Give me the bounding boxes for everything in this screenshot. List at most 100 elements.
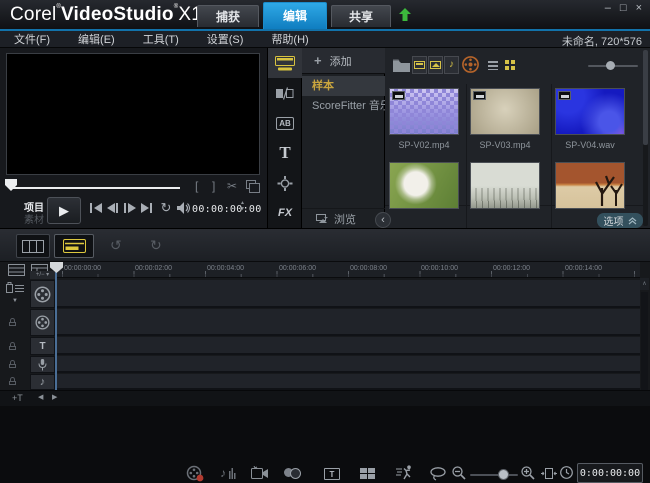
preview-panel: [ ] ✂ 项目 素材 ▶ ↻ 00:00:00:00 ▲▼	[0, 48, 268, 228]
motion-resources-icon[interactable]	[462, 56, 479, 73]
nav-transition-button[interactable]	[268, 78, 302, 108]
undo-icon[interactable]: ↺	[110, 236, 122, 254]
zoom-out-icon[interactable]	[452, 466, 466, 480]
video-track-header[interactable]	[30, 280, 55, 308]
voice-track-lane[interactable]	[56, 356, 640, 373]
preview-playhead[interactable]	[5, 179, 17, 191]
instant-project-icon[interactable]	[251, 466, 269, 479]
add-category-button[interactable]: + 添加	[302, 48, 385, 74]
title-track-header[interactable]: T	[30, 337, 55, 355]
customize-toolbar-icon[interactable]	[430, 467, 446, 481]
list-view-button[interactable]	[485, 57, 501, 73]
thumbnail-dandelion[interactable]	[389, 162, 459, 209]
options-button[interactable]: 选项	[597, 213, 643, 228]
split-clip-icon[interactable]: ✂	[227, 179, 237, 193]
ruler-label: 00:00:14:00	[565, 265, 602, 272]
motion-tracking-icon[interactable]	[396, 465, 413, 480]
timeline-scrollbar[interactable]	[641, 292, 648, 390]
minimize-button[interactable]: –	[605, 2, 611, 14]
title-track-lane[interactable]	[56, 337, 640, 355]
home-icon[interactable]	[88, 201, 104, 215]
mark-out-button[interactable]: ]	[212, 179, 215, 193]
duration-clock-icon[interactable]	[560, 466, 573, 479]
ripple-lock-icon[interactable]	[9, 318, 16, 326]
clip-mode-toggle[interactable]: 素材	[24, 211, 44, 226]
menu-tools[interactable]: 工具(T)	[143, 31, 179, 47]
overlay-track-header[interactable]	[30, 309, 55, 336]
sound-mixer-icon[interactable]: ♪	[220, 465, 236, 481]
preview-scrubber[interactable]	[12, 187, 180, 189]
fit-project-icon[interactable]	[541, 468, 557, 479]
browse-label: 浏览	[334, 211, 356, 227]
redo-icon[interactable]: ↻	[150, 236, 162, 254]
music-track-header[interactable]: ♪	[30, 374, 55, 390]
browse-button[interactable]: 浏览	[302, 208, 385, 228]
scroll-right-icon[interactable]: ▶	[52, 393, 57, 401]
slider-thumb[interactable]	[606, 61, 615, 70]
thumbnail-winter-trees[interactable]	[470, 162, 540, 209]
track-manager-icon[interactable]	[6, 282, 24, 294]
timeline-view-button[interactable]	[54, 234, 94, 258]
music-track-lane[interactable]	[56, 374, 640, 390]
menu-file[interactable]: 文件(F)	[14, 31, 50, 47]
nav-filter-button[interactable]: FX	[268, 198, 302, 228]
play-button[interactable]: ▶	[47, 197, 81, 224]
category-item-scorefitter[interactable]: ScoreFitter 音乐	[302, 96, 385, 116]
ripple-lock-icon[interactable]	[9, 360, 16, 368]
track-dropdown-icon[interactable]: ▼	[12, 298, 18, 304]
track-tools-strip[interactable]: +/− ▾	[30, 271, 55, 279]
menu-help[interactable]: 帮助(H)	[271, 31, 308, 47]
thumbnail-sp-v04[interactable]	[555, 88, 625, 135]
overlay-track-lane[interactable]	[56, 309, 640, 336]
zoom-in-icon[interactable]	[521, 466, 535, 480]
thumbnail-size-slider[interactable]	[588, 65, 638, 67]
timecode-spinner[interactable]: ▲▼	[240, 200, 245, 212]
nav-overlay-button[interactable]	[268, 168, 302, 198]
tab-share[interactable]: 共享	[331, 5, 391, 27]
grid-view-button[interactable]	[502, 57, 518, 73]
slider-thumb[interactable]	[498, 469, 509, 480]
grid-divider	[466, 84, 467, 228]
filter-video-button[interactable]	[412, 56, 427, 74]
scroll-left-icon[interactable]: ◀	[38, 393, 43, 401]
prev-frame-icon[interactable]	[105, 201, 121, 215]
split-screen-template-icon[interactable]	[360, 468, 375, 480]
storyboard-view-button[interactable]	[16, 234, 50, 258]
volume-icon[interactable]	[176, 201, 192, 215]
tab-capture[interactable]: 捕获	[197, 5, 259, 27]
end-icon[interactable]	[139, 201, 155, 215]
subtitle-editor-icon[interactable]: T	[324, 468, 340, 480]
maximize-button[interactable]: □	[620, 2, 627, 14]
show-all-tracks-icon[interactable]	[8, 264, 25, 276]
collapse-panel-button[interactable]: ‹	[375, 212, 391, 228]
nav-media-button[interactable]	[268, 48, 302, 78]
category-item-samples[interactable]: 样本	[302, 76, 385, 96]
menu-edit[interactable]: 编辑(E)	[78, 31, 115, 47]
timeline-scroll-up-button[interactable]: ∧	[640, 278, 649, 290]
close-button[interactable]: ×	[636, 2, 642, 14]
filter-photo-button[interactable]	[428, 56, 443, 74]
nav-graphic-button[interactable]: AB	[268, 108, 302, 138]
timeline-ruler[interactable]: 00:00:00:00 00:00:02:00 00:00:04:00 00:0…	[55, 262, 640, 278]
filter-audio-button[interactable]: ♪	[444, 56, 459, 74]
library-scrollbar[interactable]	[643, 50, 648, 226]
next-frame-icon[interactable]	[122, 201, 138, 215]
timeline-zoom-slider[interactable]	[470, 474, 518, 476]
add-title-track-icon[interactable]: +T	[12, 393, 23, 403]
enlarge-preview-icon[interactable]	[246, 180, 256, 189]
voice-track-header[interactable]	[30, 356, 55, 373]
repeat-icon[interactable]: ↻	[158, 201, 174, 215]
menu-settings[interactable]: 设置(S)	[207, 31, 244, 47]
folder-icon[interactable]	[393, 59, 410, 72]
video-track-lane[interactable]	[56, 280, 640, 308]
ripple-lock-icon[interactable]	[9, 377, 16, 385]
mark-in-button[interactable]: [	[195, 179, 198, 193]
thumbnail-sp-v02[interactable]	[389, 88, 459, 135]
record-capture-icon[interactable]	[186, 465, 204, 482]
ripple-lock-icon[interactable]	[9, 342, 16, 350]
tab-edit[interactable]: 编辑	[263, 2, 327, 29]
thumbnail-sp-v03[interactable]	[470, 88, 540, 135]
nav-title-button[interactable]: T	[268, 138, 302, 168]
thumbnail-filename: SP-V02.mp4	[384, 140, 464, 150]
thumbnail-desert[interactable]	[555, 162, 625, 209]
